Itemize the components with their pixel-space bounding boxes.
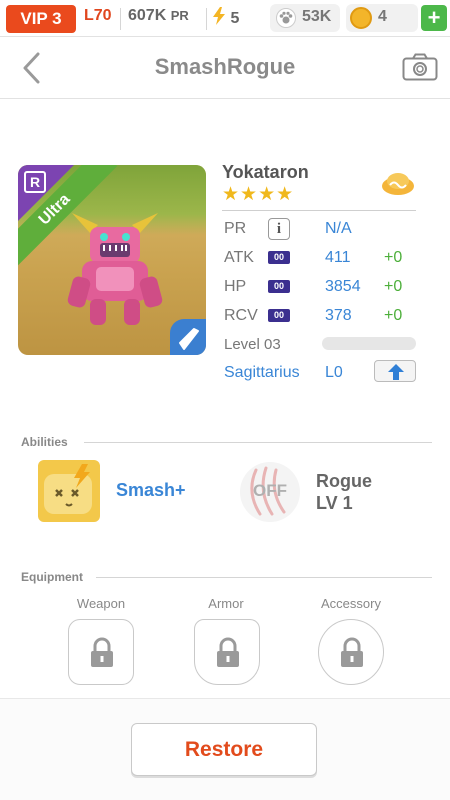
page-title: SmashRogue [154,54,296,79]
status-bar: VIP 3 L70 607K PR 5 53K 4 + [0,0,450,37]
paw-icon [276,8,296,28]
header: SmashRogue [0,37,450,99]
lock-icon [341,637,363,667]
ability2-level: LV 1 [316,493,353,513]
level-progress-bar [322,337,416,350]
divider [96,577,432,578]
footer: Restore [0,698,450,800]
divider [120,8,121,30]
rocket-type-icon [179,328,199,350]
coin-value: 4 [378,8,387,25]
level-label: Level 03 [224,336,281,353]
accessory-label: Accessory [321,596,381,611]
equipment-section-title: Equipment [21,570,83,584]
stat-value-atk: 411 [325,249,351,266]
rarity-badge: R [24,171,46,193]
paw-value: 53K [302,8,332,25]
restore-button[interactable]: Restore [131,723,317,776]
energy-value: 5 [230,10,240,27]
pr-value: 607K [128,7,167,24]
stat-value-hp: 3854 [325,278,361,295]
stat-label-hp: HP [224,278,247,295]
stat-label-atk: ATK [224,249,254,266]
stat-label-rcv: RCV [224,307,258,324]
stat-chip-atk: 00 [268,251,290,264]
monster-portrait[interactable]: Ultra R [18,165,206,355]
vip-badge[interactable]: VIP 3 [6,5,76,33]
ability-name-rogue[interactable]: Rogue LV 1 [316,470,372,514]
ability-name-smash[interactable]: Smash+ [116,480,186,501]
abilities-section-title: Abilities [21,435,68,449]
zodiac-link[interactable]: Sagittarius [224,364,300,382]
camera-icon[interactable] [402,53,438,81]
ability2-name: Rogue [316,471,372,491]
smash-ability-icon[interactable] [38,460,100,522]
player-pr: 607K PR [128,7,189,25]
divider [222,210,416,211]
stat-bonus-rcv: +0 [384,307,403,324]
monster-name: Yokataron [222,162,309,182]
accessory-slot[interactable] [318,619,384,685]
stat-label-pr: PR [224,220,247,237]
armor-label: Armor [208,596,244,611]
energy-counter[interactable]: 5 [212,7,239,28]
cloud-element-icon [382,173,414,195]
paw-counter[interactable]: 53K [270,4,340,32]
coin-counter[interactable]: 4 [346,4,418,32]
star-rating: ★★★★ [222,184,295,205]
weapon-label: Weapon [76,596,126,611]
divider [84,442,432,443]
stat-bonus-hp: +0 [384,278,403,295]
monster-image [67,213,163,325]
stat-value-rcv: 378 [325,307,352,324]
arrow-up-icon [388,364,404,380]
zodiac-level: L0 [325,364,343,381]
stat-chip-hp: 00 [268,280,290,293]
info-icon[interactable]: i [268,218,290,240]
player-level: L70 [84,7,112,24]
stat-bonus-atk: +0 [384,249,403,266]
type-badge [170,319,206,355]
armor-slot[interactable] [194,619,260,685]
weapon-slot[interactable] [68,619,134,685]
stat-value-pr: N/A [325,220,352,237]
add-coins-button[interactable]: + [421,5,447,31]
zodiac-upgrade-button[interactable] [374,360,416,382]
stat-chip-rcv: 00 [268,309,290,322]
coin-icon [350,7,372,29]
divider [206,8,207,30]
lock-icon [217,637,239,667]
pr-unit: PR [170,8,189,23]
lock-icon [91,637,113,667]
ability-state: OFF [253,481,287,500]
lightning-icon [213,7,225,25]
